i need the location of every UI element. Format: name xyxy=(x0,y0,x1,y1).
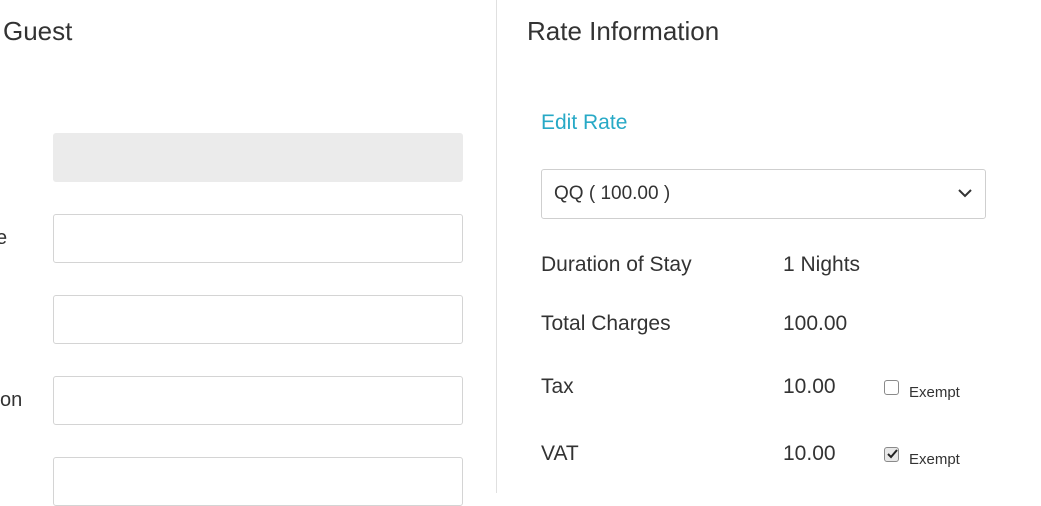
guest-readonly-field xyxy=(53,133,463,182)
rate-select-value: QQ ( 100.00 ) xyxy=(554,183,671,204)
vat-exempt: Exempt xyxy=(884,441,960,468)
rate-select[interactable]: QQ ( 100.00 ) xyxy=(541,169,986,219)
duration-of-stay-value: 1 Nights xyxy=(783,253,861,276)
checkmark-icon xyxy=(887,449,898,459)
edit-rate-link[interactable]: Edit Rate xyxy=(541,111,627,135)
total-charges-label: Total Charges xyxy=(541,312,671,335)
tax-label: Tax xyxy=(541,375,574,398)
tax-exempt-checkbox[interactable] xyxy=(884,380,899,395)
guest-field-5[interactable] xyxy=(53,457,463,506)
guest-field-3[interactable] xyxy=(53,295,463,344)
vat-value: 10.00 xyxy=(783,442,836,465)
vat-label: VAT xyxy=(541,442,579,465)
guest-field-label-partial-2: on xyxy=(0,389,23,411)
rate-information-title: Rate Information xyxy=(527,16,720,46)
tax-value: 10.00 xyxy=(783,375,836,398)
tax-exempt-label: Exempt xyxy=(909,384,960,401)
guest-field-4[interactable] xyxy=(53,376,463,425)
vat-exempt-checkbox[interactable] xyxy=(884,447,899,462)
total-charges-value: 100.00 xyxy=(783,312,848,335)
tax-exempt: Exempt xyxy=(884,374,960,401)
duration-of-stay-label: Duration of Stay xyxy=(541,253,692,276)
vat-exempt-label: Exempt xyxy=(909,451,960,468)
guest-field-2[interactable] xyxy=(53,214,463,263)
guest-field-label-partial-1: e xyxy=(0,227,8,249)
guest-section-title: Guest xyxy=(3,16,73,46)
panel-divider xyxy=(496,0,497,493)
chevron-down-icon xyxy=(958,189,972,198)
